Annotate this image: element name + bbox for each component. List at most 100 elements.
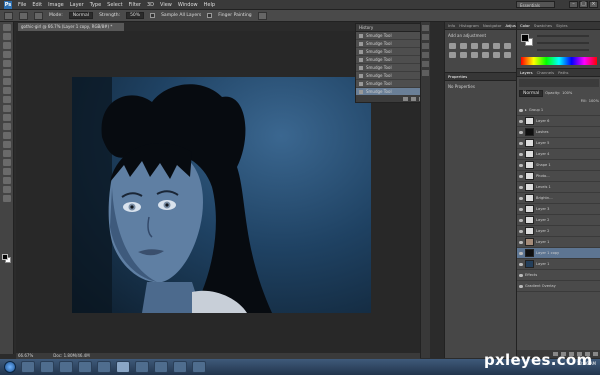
- fill-value[interactable]: 100%: [589, 99, 599, 103]
- paragraph-dock-icon[interactable]: [422, 70, 429, 76]
- red-slider[interactable]: [537, 35, 589, 37]
- marquee-tool-icon[interactable]: [3, 33, 11, 40]
- layer-row[interactable]: Layer 1: [517, 259, 600, 270]
- eye-icon[interactable]: [519, 196, 523, 200]
- color-lookup-icon[interactable]: [493, 52, 500, 58]
- blue-slider[interactable]: [537, 49, 589, 51]
- eye-icon[interactable]: [519, 251, 523, 255]
- eye-icon[interactable]: [519, 262, 523, 266]
- layer-row[interactable]: Photo...: [517, 171, 600, 182]
- shape-tool-icon[interactable]: [3, 177, 11, 184]
- start-button[interactable]: [4, 361, 16, 373]
- history-dock-icon[interactable]: [422, 25, 429, 31]
- menu-select[interactable]: Select: [107, 2, 122, 8]
- layer-row[interactable]: Layer 6: [517, 116, 600, 127]
- tab-navigator[interactable]: Navigator: [483, 23, 502, 28]
- layer-row[interactable]: Levels 1: [517, 182, 600, 193]
- maximize-button[interactable]: □: [579, 1, 588, 8]
- gradient-tool-icon[interactable]: [3, 123, 11, 130]
- tab-color[interactable]: Color: [520, 23, 530, 28]
- hue-saturation-icon[interactable]: [504, 43, 511, 49]
- character-dock-icon[interactable]: [422, 61, 429, 67]
- eraser-tool-icon[interactable]: [3, 114, 11, 121]
- app2-task-icon[interactable]: [154, 361, 168, 373]
- eye-icon[interactable]: [519, 174, 523, 178]
- tab-styles[interactable]: Styles: [556, 23, 568, 28]
- invert-icon[interactable]: [504, 52, 511, 58]
- layer-row[interactable]: Brightn...: [517, 193, 600, 204]
- eye-icon[interactable]: [519, 273, 523, 277]
- pen-tool-icon[interactable]: [3, 150, 11, 157]
- layer-row[interactable]: Shape 1: [517, 160, 600, 171]
- history-panel-title[interactable]: History: [356, 24, 427, 32]
- eye-icon[interactable]: [519, 130, 523, 134]
- tab-layers[interactable]: Layers: [520, 70, 533, 75]
- menu-type[interactable]: Type: [90, 2, 101, 8]
- tab-histogram[interactable]: Histogram: [459, 23, 479, 28]
- trash-icon[interactable]: [593, 352, 598, 356]
- blend-mode-select[interactable]: Normal: [519, 89, 544, 97]
- layer-row[interactable]: Layer 5: [517, 138, 600, 149]
- layer-row[interactable]: Layer 2: [517, 226, 600, 237]
- minimize-button[interactable]: –: [569, 1, 578, 8]
- foreground-color-swatch[interactable]: [2, 254, 8, 260]
- actions-dock-icon[interactable]: [422, 34, 429, 40]
- quick-select-tool-icon[interactable]: [3, 51, 11, 58]
- history-row[interactable]: Smudge Tool: [356, 40, 427, 48]
- green-slider[interactable]: [537, 42, 589, 44]
- eye-icon[interactable]: [519, 141, 523, 145]
- menu-view[interactable]: View: [160, 2, 172, 8]
- document-tab[interactable]: gothic-girl @ 66.7% (Layer 1 copy, RGB/8…: [18, 23, 125, 31]
- clone-source-dock-icon[interactable]: [422, 52, 429, 58]
- explorer-task-icon[interactable]: [21, 361, 35, 373]
- history-row[interactable]: Smudge Tool: [356, 56, 427, 64]
- close-button[interactable]: ×: [589, 1, 598, 8]
- tab-swatches[interactable]: Swatches: [534, 23, 552, 28]
- move-tool-icon[interactable]: [3, 24, 11, 31]
- menu-filter[interactable]: Filter: [129, 2, 141, 8]
- path-select-tool-icon[interactable]: [3, 168, 11, 175]
- menu-edit[interactable]: Edit: [32, 2, 42, 8]
- vibrance-icon[interactable]: [493, 43, 500, 49]
- brush-tool-icon[interactable]: [3, 87, 11, 94]
- folder-icon[interactable]: ▸: [525, 108, 527, 112]
- tab-properties[interactable]: Properties: [448, 74, 467, 79]
- eye-icon[interactable]: [519, 218, 523, 222]
- opacity-value[interactable]: 100%: [562, 91, 572, 95]
- photo-filter-icon[interactable]: [471, 52, 478, 58]
- color-spectrum[interactable]: [521, 57, 597, 65]
- app-task-icon[interactable]: [97, 361, 111, 373]
- clone-stamp-tool-icon[interactable]: [3, 96, 11, 103]
- hand-tool-icon[interactable]: [3, 186, 11, 193]
- brush-size-icon[interactable]: [19, 11, 28, 20]
- history-brush-tool-icon[interactable]: [3, 105, 11, 112]
- layer-row[interactable]: Layer 2: [517, 215, 600, 226]
- lasso-tool-icon[interactable]: [3, 42, 11, 49]
- mode-select[interactable]: Normal: [68, 12, 94, 19]
- menu-layer[interactable]: Layer: [70, 2, 84, 8]
- app4-task-icon[interactable]: [192, 361, 206, 373]
- menu-image[interactable]: Image: [48, 2, 64, 8]
- zoom-tool-icon[interactable]: [3, 195, 11, 202]
- workspace-select[interactable]: Essentials: [515, 1, 555, 8]
- chrome-task-icon[interactable]: [59, 361, 73, 373]
- eye-icon[interactable]: [519, 185, 523, 189]
- dodge-tool-icon[interactable]: [3, 141, 11, 148]
- healing-tool-icon[interactable]: [3, 78, 11, 85]
- eye-icon[interactable]: [519, 207, 523, 211]
- color-panel-foreground-swatch[interactable]: [521, 34, 529, 42]
- app3-task-icon[interactable]: [173, 361, 187, 373]
- layer-row[interactable]: Effects: [517, 270, 600, 281]
- eye-icon[interactable]: [519, 229, 523, 233]
- exposure-icon[interactable]: [482, 43, 489, 49]
- layer-filter[interactable]: [519, 79, 599, 87]
- eye-icon[interactable]: [519, 152, 523, 156]
- tab-channels[interactable]: Channels: [537, 70, 555, 75]
- menu-help[interactable]: Help: [204, 2, 215, 8]
- smudge-tool-preset-icon[interactable]: [4, 11, 13, 20]
- history-row[interactable]: Smudge Tool: [356, 72, 427, 80]
- levels-icon[interactable]: [460, 43, 467, 49]
- layer-row[interactable]: ▸ Group 1: [517, 105, 600, 116]
- type-tool-icon[interactable]: [3, 159, 11, 166]
- layer-row[interactable]: Layer 4: [517, 149, 600, 160]
